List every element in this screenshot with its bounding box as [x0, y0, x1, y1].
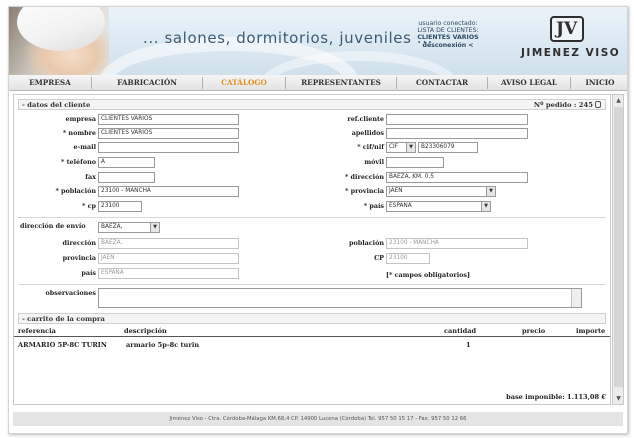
- logo-mark-icon: JV: [550, 16, 584, 42]
- tab-representantes[interactable]: REPRESENTANTES: [286, 75, 396, 91]
- email-field[interactable]: [98, 142, 239, 153]
- cif-type-select[interactable]: CIF ▼: [386, 142, 416, 153]
- scroll-up-icon[interactable]: ▲: [614, 96, 623, 105]
- chevron-down-icon: ▼: [406, 143, 415, 152]
- ship-poblacion-field[interactable]: 23100 - MANCHA: [386, 238, 528, 249]
- client-list-label: LISTA DE CLIENTES:: [417, 27, 479, 35]
- scroll-thumb[interactable]: [614, 107, 623, 387]
- apellidos-field[interactable]: [386, 128, 528, 139]
- site-tagline: ... salones, dormitorios, juveniles ...: [143, 29, 433, 47]
- apellidos-label: apellidos: [351, 129, 384, 137]
- col-precio: precio: [522, 327, 546, 335]
- logo-wordmark: JIMENEZ VISO: [521, 47, 621, 59]
- ship-provincia-label: provincia: [62, 254, 96, 262]
- base-imponible: base imponible: 1.113,08 €: [506, 393, 606, 401]
- cp-label: * cp: [82, 202, 96, 210]
- ref-cliente-field[interactable]: [386, 114, 528, 125]
- client-name: CLIENTES VARIOS: [417, 34, 479, 42]
- ship-cp-field[interactable]: 23100: [386, 253, 430, 264]
- user-status: usuario conectado: LISTA DE CLIENTES: CL…: [393, 20, 503, 49]
- pais-value: ESPAÑA: [389, 203, 412, 209]
- direccion-field[interactable]: BAEZA, KM. 0.5: [386, 172, 528, 183]
- observaciones-textarea[interactable]: [98, 288, 582, 308]
- direccion-label: * dirección: [344, 173, 384, 181]
- tab-aviso-legal[interactable]: AVISO LEGAL: [488, 75, 570, 91]
- col-descripcion: descripción: [124, 327, 167, 335]
- textarea-scrollbar[interactable]: [571, 289, 581, 307]
- tab-fabricacion[interactable]: FABRICACIÓN: [92, 75, 202, 91]
- divider: [18, 284, 606, 285]
- ship-pais-label: país: [81, 269, 96, 277]
- ship-cp-label: CP: [374, 254, 384, 262]
- cif-nif-label: * cif/nif: [357, 143, 384, 151]
- scroll-down-icon[interactable]: ▼: [614, 394, 623, 403]
- shipping-address-select[interactable]: BAEZA, ▼: [98, 222, 160, 233]
- order-number: Nº pedido : 245: [534, 100, 601, 110]
- cart-section-title: - carrito de la compra: [22, 315, 105, 323]
- table-header-rule: [14, 336, 610, 337]
- tab-inicio[interactable]: INICIO: [571, 75, 627, 91]
- cif-number-field[interactable]: B23306079: [418, 142, 478, 153]
- site-footer: Jiménez Viso - Ctra. Córdoba-Málaga KM.6…: [13, 412, 623, 426]
- observaciones-label: observaciones: [45, 289, 96, 297]
- telefono-label: * teléfono: [61, 158, 96, 166]
- tab-catalogo[interactable]: CATÁLOGO: [203, 75, 285, 91]
- ship-provincia-field[interactable]: JAEN: [98, 253, 239, 264]
- tab-empresa[interactable]: EMPRESA: [9, 75, 91, 91]
- provincia-select[interactable]: JAEN ▼: [386, 186, 496, 197]
- pais-select[interactable]: ESPAÑA ▼: [386, 201, 491, 212]
- ship-poblacion-label: población: [349, 239, 384, 247]
- row-cantidad: 1: [466, 341, 471, 349]
- empresa-label: empresa: [65, 115, 96, 123]
- telefono-field[interactable]: A: [98, 157, 155, 168]
- email-label: e-mail: [73, 143, 96, 151]
- main-nav: EMPRESA FABRICACIÓN CATÁLOGO REPRESENTAN…: [9, 75, 627, 91]
- cp-field[interactable]: 23100: [98, 201, 142, 212]
- client-section-header: - datos del cliente Nº pedido : 245: [18, 99, 606, 110]
- ref-cliente-label: ref.cliente: [347, 115, 384, 123]
- shipping-selector-label: dirección de envío: [20, 222, 86, 230]
- order-form-panel: - datos del cliente Nº pedido : 245 empr…: [13, 94, 611, 405]
- tab-contactar[interactable]: CONTACTAR: [397, 75, 487, 91]
- provincia-label: * provincia: [345, 187, 384, 195]
- banner-photo: [9, 7, 109, 75]
- col-referencia: referencia: [18, 327, 56, 335]
- ship-direccion-label: dirección: [62, 239, 96, 247]
- fax-label: fax: [85, 173, 96, 181]
- header-banner: ... salones, dormitorios, juveniles ... …: [9, 7, 627, 75]
- page-frame: ... salones, dormitorios, juveniles ... …: [8, 6, 628, 434]
- chevron-down-icon: ▼: [486, 187, 495, 196]
- nombre-field[interactable]: CLIENTES VARIOS: [98, 128, 239, 139]
- ship-direccion-field[interactable]: BAEZA,: [98, 238, 239, 249]
- client-section-title: - datos del cliente: [22, 101, 91, 109]
- poblacion-field[interactable]: 23100 - MANCHA: [98, 186, 239, 197]
- logout-link[interactable]: desconexión <: [393, 42, 503, 49]
- required-fields-note: [* campos obligatorios]: [386, 271, 471, 279]
- movil-label: móvil: [364, 158, 384, 166]
- chevron-down-icon: ▼: [481, 202, 490, 211]
- page-scrollbar[interactable]: ▲ ▼: [612, 94, 624, 405]
- user-status-label: usuario conectado:: [418, 20, 478, 27]
- cart-section-header: - carrito de la compra: [18, 313, 606, 324]
- empresa-field[interactable]: CLIENTES VARIOS: [98, 114, 239, 125]
- row-descripcion: armario 5p-8c turin: [126, 341, 200, 349]
- provincia-value: JAEN: [389, 188, 403, 194]
- col-importe: importe: [576, 327, 606, 335]
- cif-type-value: CIF: [389, 144, 399, 150]
- nombre-label: * nombre: [62, 129, 96, 137]
- pais-label: * país: [363, 202, 384, 210]
- shipping-address-value: BAEZA,: [101, 224, 123, 230]
- row-referencia: ARMARIO 5P-8C TURIN: [18, 341, 107, 349]
- movil-field[interactable]: [386, 157, 444, 168]
- chevron-down-icon: ▼: [150, 223, 159, 232]
- poblacion-label: * población: [55, 187, 96, 195]
- brand-logo[interactable]: JV JIMENEZ VISO: [521, 16, 621, 68]
- ship-pais-field[interactable]: ESPAÑA: [98, 268, 239, 279]
- col-cantidad: cantidad: [444, 327, 477, 335]
- divider: [18, 217, 606, 218]
- fax-field[interactable]: [98, 172, 155, 183]
